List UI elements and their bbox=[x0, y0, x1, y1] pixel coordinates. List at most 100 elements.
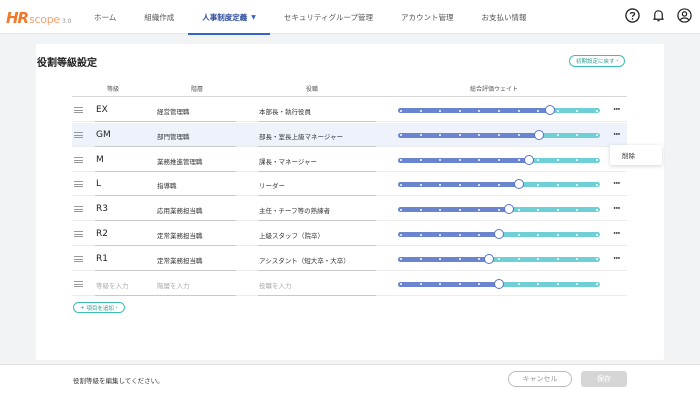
drag-handle-icon[interactable] bbox=[74, 255, 83, 262]
weight-slider[interactable] bbox=[398, 179, 600, 190]
weight-slider-tick bbox=[498, 109, 500, 112]
nav-organization[interactable]: 組織作成 bbox=[130, 0, 188, 34]
more-options-icon[interactable]: ••• bbox=[613, 181, 621, 187]
weight-slider-tick bbox=[517, 258, 520, 261]
drag-handle-icon[interactable] bbox=[74, 181, 83, 188]
grade-input[interactable]: EX bbox=[96, 105, 108, 115]
cancel-button[interactable]: キャンセル bbox=[508, 371, 572, 387]
table-row: R2 定常業務担当職 上級スタッフ（院卒） ••• bbox=[72, 222, 627, 246]
reset-defaults-button[interactable]: 初期設定に戻す › bbox=[569, 55, 626, 67]
weight-slider-handle[interactable] bbox=[494, 278, 504, 289]
save-button[interactable]: 保存 bbox=[581, 371, 627, 387]
grade-input[interactable]: R2 bbox=[96, 229, 108, 239]
role-input[interactable]: 役職を入力 bbox=[259, 280, 292, 290]
weight-slider[interactable] bbox=[398, 204, 600, 215]
drag-handle-icon[interactable] bbox=[74, 280, 83, 287]
grade-input[interactable]: GM bbox=[96, 130, 111, 140]
role-input[interactable]: アシスタント（短大卒・大卒） bbox=[259, 255, 350, 265]
weight-slider-fill bbox=[398, 157, 530, 163]
weight-slider-handle[interactable] bbox=[524, 154, 535, 165]
table-row: 等級を入力 階層を入力 役職を入力 bbox=[72, 272, 627, 296]
more-options-icon[interactable]: ••• bbox=[613, 132, 621, 138]
weight-slider-tick bbox=[458, 233, 461, 236]
bell-icon[interactable] bbox=[650, 7, 666, 23]
weight-slider-tick bbox=[400, 233, 402, 236]
nav-account-management[interactable]: アカウント管理 bbox=[387, 0, 468, 34]
nav-hr-system-definition[interactable]: 人事制度定義 ▼ bbox=[188, 0, 270, 35]
grade-input[interactable]: M bbox=[96, 155, 104, 165]
help-circle-icon[interactable] bbox=[624, 7, 640, 23]
weight-slider-tick bbox=[596, 109, 598, 112]
drag-handle-icon[interactable] bbox=[74, 131, 83, 138]
grade-input[interactable]: 等級を入力 bbox=[96, 280, 129, 290]
nav-security-groups[interactable]: セキュリティグループ管理 bbox=[270, 0, 387, 34]
role-input[interactable]: リーダー bbox=[259, 180, 285, 190]
weight-slider-tick bbox=[458, 159, 461, 162]
weight-slider-tick bbox=[537, 109, 540, 112]
grade-input[interactable]: R1 bbox=[96, 254, 108, 264]
weight-slider-handle[interactable] bbox=[514, 179, 525, 190]
drag-handle-icon[interactable] bbox=[74, 156, 83, 163]
tier-input[interactable]: 部門管理職 bbox=[157, 131, 190, 141]
role-input[interactable]: 上級スタッフ（院卒） bbox=[259, 230, 324, 240]
weight-slider-tick bbox=[439, 109, 442, 112]
weight-slider-handle[interactable] bbox=[534, 129, 545, 140]
table-row: R3 応用業務担当職 主任・チーフ等の熟練者 ••• bbox=[72, 197, 627, 222]
tier-input[interactable]: 応用業務担当職 bbox=[157, 205, 203, 215]
nav-payment-info[interactable]: お支払い情報 bbox=[468, 0, 541, 34]
weight-slider-handle[interactable] bbox=[544, 105, 555, 115]
weight-slider-tick bbox=[576, 134, 579, 137]
weight-slider-tick bbox=[517, 109, 520, 112]
more-options-icon[interactable]: ••• bbox=[613, 206, 621, 212]
weight-slider-tick bbox=[576, 233, 579, 236]
weight-slider-tick bbox=[458, 109, 461, 112]
role-input[interactable]: 課長・マネージャー bbox=[259, 156, 317, 166]
drag-handle-icon[interactable] bbox=[74, 107, 83, 113]
more-options-icon[interactable]: ••• bbox=[613, 231, 621, 237]
tier-input[interactable]: 指導職 bbox=[157, 180, 177, 190]
weight-slider-fill bbox=[398, 207, 510, 213]
weight-slider-tick bbox=[596, 183, 598, 186]
weight-slider-tick bbox=[596, 208, 598, 211]
weight-slider-fill bbox=[398, 281, 499, 287]
weight-slider-tick bbox=[419, 208, 422, 211]
weight-slider[interactable] bbox=[398, 154, 600, 165]
tier-input[interactable]: 定常業務担当職 bbox=[157, 230, 203, 240]
tier-input[interactable]: 定常業務担当職 bbox=[157, 255, 203, 265]
tier-input[interactable]: 業務推進管理職 bbox=[157, 156, 203, 166]
weight-slider-tick bbox=[400, 109, 402, 112]
more-options-icon[interactable]: ••• bbox=[613, 256, 621, 262]
drag-handle-icon[interactable] bbox=[74, 206, 83, 213]
weight-slider-tick bbox=[498, 183, 500, 186]
weight-slider[interactable] bbox=[398, 278, 600, 289]
weight-slider-tick bbox=[439, 233, 442, 236]
weight-slider[interactable] bbox=[398, 105, 600, 115]
weight-slider-tick bbox=[458, 183, 461, 186]
footer-message: 役割等級を編集してください。 bbox=[73, 377, 164, 385]
weight-slider[interactable] bbox=[398, 253, 600, 264]
weight-slider-handle[interactable] bbox=[483, 253, 494, 264]
grade-input[interactable]: L bbox=[96, 179, 101, 189]
role-input[interactable]: 本部長・執行役員 bbox=[259, 106, 311, 116]
user-circle-icon[interactable] bbox=[676, 7, 692, 23]
weight-slider[interactable] bbox=[398, 229, 600, 239]
role-input-underline bbox=[258, 294, 376, 296]
weight-slider-handle[interactable] bbox=[494, 229, 504, 239]
delete-menu-item[interactable]: 削除 bbox=[622, 150, 635, 160]
role-input[interactable]: 部長・室長上級マネージャー bbox=[259, 131, 343, 141]
nav-home[interactable]: ホーム bbox=[80, 0, 130, 34]
weight-slider[interactable] bbox=[398, 129, 600, 140]
hrscope-logo[interactable]: HR scope 3.0 bbox=[6, 9, 71, 27]
grade-input[interactable]: R3 bbox=[96, 204, 108, 214]
weight-slider-handle[interactable] bbox=[504, 204, 515, 215]
role-input[interactable]: 主任・チーフ等の熟練者 bbox=[259, 205, 330, 215]
drag-handle-icon[interactable] bbox=[74, 231, 83, 237]
plus-icon: + bbox=[80, 304, 85, 311]
more-options-icon[interactable]: ••• bbox=[613, 107, 621, 113]
top-navigation-bar: HR scope 3.0 ホーム 組織作成 人事制度定義 ▼ セキュリティグループ… bbox=[0, 0, 700, 35]
tier-input[interactable]: 階層を入力 bbox=[157, 280, 190, 290]
weight-slider-tick bbox=[419, 159, 422, 162]
logo-sub: scope bbox=[29, 13, 60, 26]
add-item-button[interactable]: + 項目を追加 › bbox=[73, 302, 125, 313]
tier-input[interactable]: 経営管理職 bbox=[157, 106, 190, 116]
